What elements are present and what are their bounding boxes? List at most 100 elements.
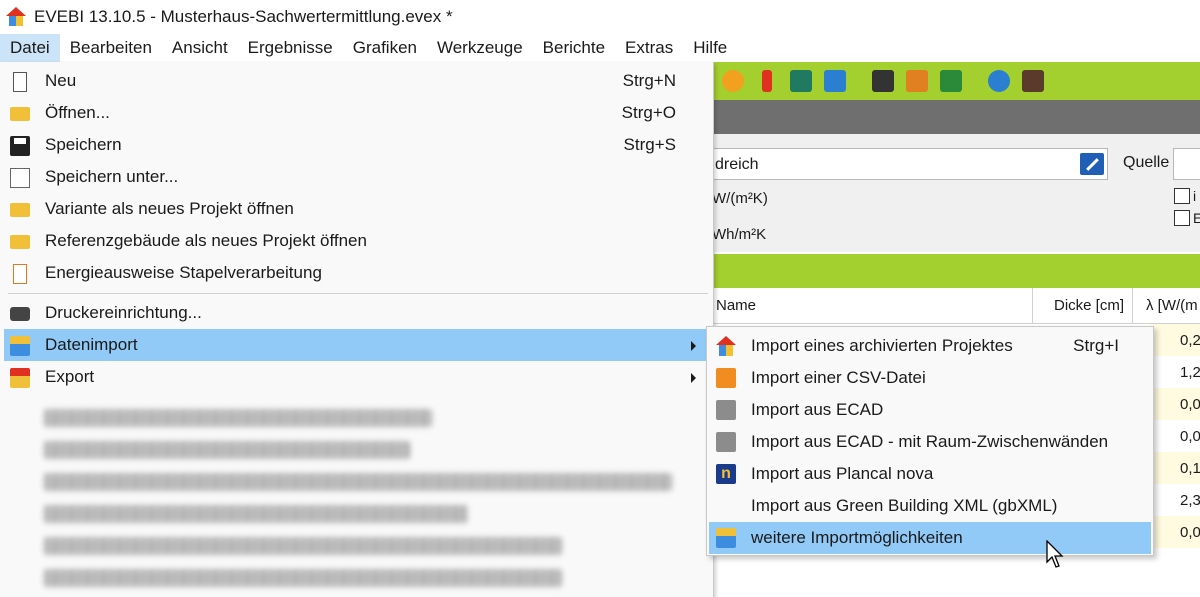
new-document-icon xyxy=(13,72,27,92)
menu-datei[interactable]: Datei xyxy=(0,34,60,62)
submenu-item-ecad-zwischenwaende[interactable]: Import aus ECAD - mit Raum-Zwischenwände… xyxy=(709,426,1151,458)
menu-item-label: Datenimport xyxy=(45,335,138,354)
file-menu-dropdown: Neu Strg+N Öffnen... Strg+O Speichern St… xyxy=(0,62,714,597)
sun-icon[interactable] xyxy=(722,70,744,92)
table-row[interactable]: 2,3 xyxy=(1150,484,1200,516)
lambda-cell: 2,3 xyxy=(1180,492,1200,509)
radiator-icon[interactable] xyxy=(824,70,846,92)
column-separator[interactable] xyxy=(1032,288,1033,324)
title-bar: EVEBI 13.10.5 - Musterhaus-Sachwertermit… xyxy=(0,0,1200,34)
help-icon[interactable] xyxy=(988,70,1010,92)
csv-icon xyxy=(716,368,736,388)
table-row[interactable]: 1,2 xyxy=(1150,356,1200,388)
edit-pen-icon[interactable] xyxy=(1080,153,1104,175)
recent-file-item-redacted[interactable] xyxy=(44,473,672,491)
menu-ergebnisse[interactable]: Ergebnisse xyxy=(238,34,343,62)
ecad-icon xyxy=(716,432,736,452)
menu-item-shortcut: Strg+S xyxy=(623,135,676,154)
menu-item-speichern[interactable]: Speichern Strg+S xyxy=(4,129,710,161)
submenu-item-label: Import aus Plancal nova xyxy=(751,464,934,483)
recent-file-item-redacted[interactable] xyxy=(44,505,468,523)
house-icon xyxy=(716,336,736,356)
menu-item-label: Variante als neues Projekt öffnen xyxy=(45,199,294,218)
column-separator[interactable] xyxy=(1132,288,1133,324)
checkbox-1[interactable] xyxy=(1174,188,1190,204)
menu-item-export[interactable]: Export xyxy=(4,361,710,393)
checkbox-2-label: E xyxy=(1193,210,1200,226)
submenu-item-ecad[interactable]: Import aus ECAD xyxy=(709,394,1151,426)
submenu-item-label: Import aus ECAD xyxy=(751,400,884,419)
section-header-bar xyxy=(712,100,1200,134)
submenu-item-archiviertes-projekt[interactable]: Import eines archivierten Projektes Strg… xyxy=(709,330,1151,362)
menu-item-referenzgebaeude-oeffnen[interactable]: Referenzgebäude als neues Projekt öffnen xyxy=(4,225,710,257)
exit-icon[interactable] xyxy=(1022,70,1044,92)
mouse-cursor-icon xyxy=(1046,540,1064,568)
reference-folder-icon xyxy=(10,235,30,249)
recent-file-item-redacted[interactable] xyxy=(44,409,432,427)
menu-item-label: Energieausweise Stapelverarbeitung xyxy=(45,263,322,282)
checkbox-1-label: i xyxy=(1193,188,1197,204)
menu-grafiken[interactable]: Grafiken xyxy=(343,34,427,62)
submenu-item-shortcut: Strg+I xyxy=(1073,336,1119,355)
menu-item-datenimport[interactable]: Datenimport xyxy=(4,329,710,361)
quelle-field[interactable] xyxy=(1173,148,1200,180)
table-row[interactable]: 0,0 xyxy=(1150,388,1200,420)
menu-berichte[interactable]: Berichte xyxy=(533,34,615,62)
house-euro-icon[interactable] xyxy=(790,70,812,92)
lambda-cell: 0,0 xyxy=(1180,524,1200,541)
menu-item-label: Export xyxy=(45,367,95,386)
app-logo-icon xyxy=(6,7,26,27)
submenu-item-weitere-import[interactable]: weitere Importmöglichkeiten xyxy=(709,522,1151,554)
report-icon[interactable] xyxy=(872,70,894,92)
menu-werkzeuge[interactable]: Werkzeuge xyxy=(427,34,533,62)
menu-item-label: Druckereinrichtung... xyxy=(45,303,202,322)
column-dicke[interactable]: Dicke [cm] xyxy=(1054,297,1124,314)
energy-label-icon[interactable] xyxy=(906,70,928,92)
menu-separator xyxy=(8,293,708,294)
menu-item-stapelverarbeitung[interactable]: Energieausweise Stapelverarbeitung xyxy=(4,257,710,289)
submenu-item-csv[interactable]: Import einer CSV-Datei xyxy=(709,362,1151,394)
menu-bearbeiten[interactable]: Bearbeiten xyxy=(60,34,162,62)
menu-extras[interactable]: Extras xyxy=(615,34,683,62)
table-row[interactable]: 0,2 xyxy=(1150,324,1200,356)
menu-item-label: Speichern xyxy=(45,135,122,154)
import-submenu: Import eines archivierten Projektes Strg… xyxy=(706,326,1154,556)
export-icon xyxy=(10,368,30,388)
quelle-label: Quelle xyxy=(1123,154,1170,171)
menu-ansicht[interactable]: Ansicht xyxy=(162,34,238,62)
menu-item-label: Neu xyxy=(45,71,77,90)
column-lambda[interactable]: λ [W/(m xyxy=(1146,297,1198,314)
menu-item-neu[interactable]: Neu Strg+N xyxy=(4,65,710,97)
save-icon xyxy=(10,136,30,156)
green-house-icon[interactable] xyxy=(940,70,962,92)
recent-file-item-redacted[interactable] xyxy=(44,569,562,587)
u-value-unit: W/(m²K) xyxy=(712,190,768,207)
batch-document-icon xyxy=(13,264,27,284)
column-name[interactable]: Name xyxy=(716,297,756,314)
name-field[interactable]: dreich xyxy=(712,148,1108,180)
table-row[interactable]: 0,0 xyxy=(1150,420,1200,452)
submenu-item-label: Import aus ECAD - mit Raum-Zwischenwände… xyxy=(751,432,1109,451)
table-row[interactable]: 0,0 xyxy=(1150,516,1200,548)
submenu-item-plancal-nova[interactable]: n Import aus Plancal nova xyxy=(709,458,1151,490)
recent-file-item-redacted[interactable] xyxy=(44,441,410,459)
menu-item-variante-oeffnen[interactable]: Variante als neues Projekt öffnen xyxy=(4,193,710,225)
menu-item-druckereinrichtung[interactable]: Druckereinrichtung... xyxy=(4,297,710,329)
menu-item-speichern-unter[interactable]: Speichern unter... xyxy=(4,161,710,193)
save-as-icon xyxy=(10,168,30,188)
lambda-cell: 0,0 xyxy=(1180,428,1200,445)
recent-file-item-redacted[interactable] xyxy=(44,537,562,555)
checkbox-2[interactable] xyxy=(1174,210,1190,226)
menu-item-label: Öffnen... xyxy=(45,103,110,122)
lightning-icon[interactable] xyxy=(762,70,772,92)
submenu-item-gbxml[interactable]: Import aus Green Building XML (gbXML) xyxy=(709,490,1151,522)
table-row[interactable]: 0,1 xyxy=(1150,452,1200,484)
submenu-arrow-icon xyxy=(691,373,696,383)
submenu-item-label: weitere Importmöglichkeiten xyxy=(751,528,963,547)
component-form: dreich Quelle W/(m²K) Wh/m²K i E xyxy=(712,134,1200,252)
menu-item-oeffnen[interactable]: Öffnen... Strg+O xyxy=(4,97,710,129)
plancal-icon: n xyxy=(716,464,736,484)
open-folder-icon xyxy=(10,107,30,121)
menu-hilfe[interactable]: Hilfe xyxy=(683,34,737,62)
heat-capacity-unit: Wh/m²K xyxy=(712,226,767,243)
